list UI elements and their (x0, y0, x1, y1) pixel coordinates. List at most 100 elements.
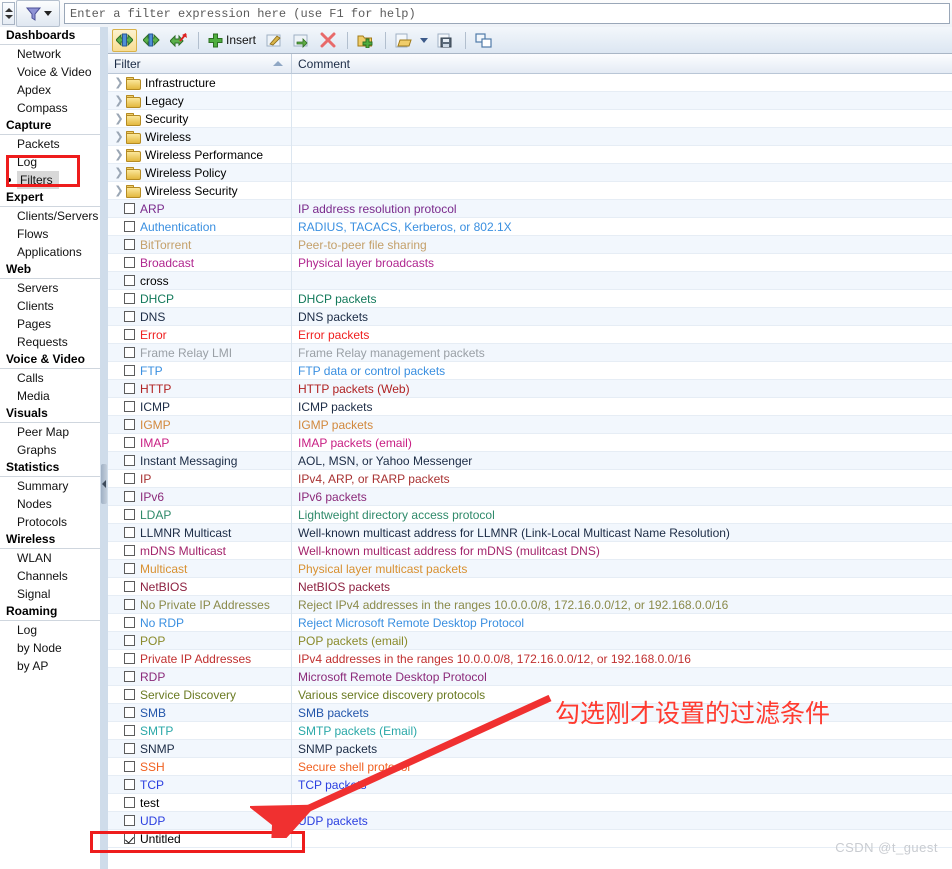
sidebar-item-wlan[interactable]: WLAN (0, 549, 100, 567)
delete-button[interactable] (316, 29, 340, 52)
table-row[interactable]: IPv6 IPv6 packets (108, 487, 952, 506)
save-button[interactable] (433, 29, 458, 52)
splitter-grip[interactable] (101, 464, 107, 504)
chevron-right-icon[interactable]: ❯ (112, 128, 126, 146)
chevron-right-icon[interactable]: ❯ (112, 74, 126, 92)
table-row[interactable]: RDP Microsoft Remote Desktop Protocol (108, 667, 952, 686)
filter-enable-checkbox[interactable] (124, 401, 135, 412)
sidebar-item-compass[interactable]: Compass (0, 99, 100, 117)
filter-enable-checkbox[interactable] (124, 293, 135, 304)
table-row[interactable]: SNMP SNMP packets (108, 739, 952, 758)
table-row[interactable]: mDNS Multicast Well-known multicast addre… (108, 541, 952, 560)
sidebar-item-media[interactable]: Media (0, 387, 100, 405)
table-row[interactable]: BitTorrent Peer-to-peer file sharing (108, 235, 952, 254)
filter-enable-checkbox[interactable] (124, 743, 135, 754)
table-row[interactable]: Broadcast Physical layer broadcasts (108, 253, 952, 272)
filter-enable-checkbox[interactable] (124, 617, 135, 628)
filter-enable-checkbox[interactable] (124, 239, 135, 250)
filter-enable-checkbox[interactable] (124, 797, 135, 808)
chevron-right-icon[interactable]: ❯ (112, 92, 126, 110)
filter-enable-checkbox[interactable] (124, 635, 135, 646)
table-row-folder[interactable]: ❯ Wireless Policy (108, 163, 952, 182)
filter-enable-checkbox[interactable] (124, 689, 135, 700)
table-row-folder[interactable]: ❯ Security (108, 109, 952, 128)
filter-enable-checkbox[interactable] (124, 311, 135, 322)
filter-enable-checkbox[interactable] (124, 491, 135, 502)
chevron-right-icon[interactable]: ❯ (112, 182, 126, 200)
filter-enable-checkbox[interactable] (124, 347, 135, 358)
funnel-filter-button[interactable] (16, 0, 60, 27)
show-accepted-filters-button[interactable] (139, 29, 164, 52)
sidebar-item-by-node[interactable]: by Node (0, 639, 100, 657)
table-row[interactable]: Multicast Physical layer multicast packet… (108, 559, 952, 578)
filter-enable-checkbox[interactable] (124, 419, 135, 430)
show-all-filters-button[interactable] (112, 28, 137, 52)
sidebar-item-requests[interactable]: Requests (0, 333, 100, 351)
filter-enable-checkbox[interactable] (124, 275, 135, 286)
table-row-folder[interactable]: ❯ Wireless Security (108, 181, 952, 200)
table-row-folder[interactable]: ❯ Legacy (108, 91, 952, 110)
sidebar-item-signal[interactable]: Signal (0, 585, 100, 603)
table-row[interactable]: DNS DNS packets (108, 307, 952, 326)
sidebar-item-applications[interactable]: Applications (0, 243, 100, 261)
arrange-button[interactable] (471, 29, 496, 52)
table-row[interactable]: cross (108, 271, 952, 290)
sidebar-item-pages[interactable]: Pages (0, 315, 100, 333)
table-row[interactable]: ICMP ICMP packets (108, 397, 952, 416)
filter-enable-checkbox[interactable] (124, 653, 135, 664)
filter-enable-checkbox[interactable] (124, 707, 135, 718)
sidebar-item-calls[interactable]: Calls (0, 369, 100, 387)
edit-button[interactable] (262, 29, 287, 52)
up-down-spinner-icon[interactable] (2, 2, 15, 25)
table-row[interactable]: NetBIOS NetBIOS packets (108, 577, 952, 596)
table-row[interactable]: No Private IP Addresses Reject IPv4 addre… (108, 595, 952, 614)
table-row[interactable]: Private IP Addresses IPv4 addresses in th… (108, 649, 952, 668)
table-row[interactable]: SSH Secure shell protocol (108, 757, 952, 776)
sidebar-item-channels[interactable]: Channels (0, 567, 100, 585)
filter-enable-checkbox[interactable] (124, 437, 135, 448)
table-row[interactable]: HTTP HTTP packets (Web) (108, 379, 952, 398)
sidebar-item-nodes[interactable]: Nodes (0, 495, 100, 513)
filter-enable-checkbox[interactable] (124, 761, 135, 772)
filter-enable-checkbox[interactable] (124, 671, 135, 682)
table-row[interactable]: UDP UDP packets (108, 811, 952, 830)
table-row[interactable]: LLMNR Multicast Well-known multicast addr… (108, 523, 952, 542)
table-row[interactable]: IGMP IGMP packets (108, 415, 952, 434)
sidebar-item-graphs[interactable]: Graphs (0, 441, 100, 459)
filter-enable-checkbox[interactable] (124, 365, 135, 376)
duplicate-button[interactable] (289, 29, 314, 52)
new-folder-button[interactable] (353, 29, 378, 52)
sidebar-item-summary[interactable]: Summary (0, 477, 100, 495)
sidebar-item-servers[interactable]: Servers (0, 279, 100, 297)
open-button[interactable] (391, 29, 416, 52)
table-row[interactable]: LDAP Lightweight directory access protoco… (108, 505, 952, 524)
filter-enable-checkbox[interactable] (124, 455, 135, 466)
filter-enable-checkbox[interactable] (124, 257, 135, 268)
filter-enable-checkbox[interactable] (124, 563, 135, 574)
sidebar-splitter[interactable] (100, 27, 108, 869)
table-row-folder[interactable]: ❯ Wireless (108, 127, 952, 146)
chevron-down-icon[interactable] (420, 37, 429, 43)
sidebar-item-packets[interactable]: Packets (0, 135, 100, 153)
sidebar-item-by-ap[interactable]: by AP (0, 657, 100, 675)
chevron-right-icon[interactable]: ❯ (112, 146, 126, 164)
sidebar-item-flows[interactable]: Flows (0, 225, 100, 243)
table-row-folder[interactable]: ❯ Wireless Performance (108, 145, 952, 164)
sidebar-item-protocols[interactable]: Protocols (0, 513, 100, 531)
column-header-filter[interactable]: Filter (108, 54, 292, 73)
sidebar-item-peer-map[interactable]: Peer Map (0, 423, 100, 441)
sidebar-item-voice-video[interactable]: Voice & Video (0, 63, 100, 81)
filter-enable-checkbox[interactable] (124, 509, 135, 520)
sidebar-item-clients[interactable]: Clients (0, 297, 100, 315)
filter-enable-checkbox[interactable] (124, 581, 135, 592)
table-row[interactable]: POP POP packets (email) (108, 631, 952, 650)
sidebar-item-log[interactable]: Log (0, 621, 100, 639)
table-row[interactable]: TCP TCP packets (108, 775, 952, 794)
table-row[interactable]: Authentication RADIUS, TACACS, Kerberos, … (108, 217, 952, 236)
chevron-right-icon[interactable]: ❯ (112, 110, 126, 128)
table-row[interactable]: Frame Relay LMI Frame Relay management pa… (108, 343, 952, 362)
table-row[interactable]: ARP IP address resolution protocol (108, 199, 952, 218)
show-rejected-filters-button[interactable] (166, 29, 191, 52)
table-row[interactable]: test (108, 793, 952, 812)
filter-enable-checkbox[interactable] (124, 815, 135, 826)
